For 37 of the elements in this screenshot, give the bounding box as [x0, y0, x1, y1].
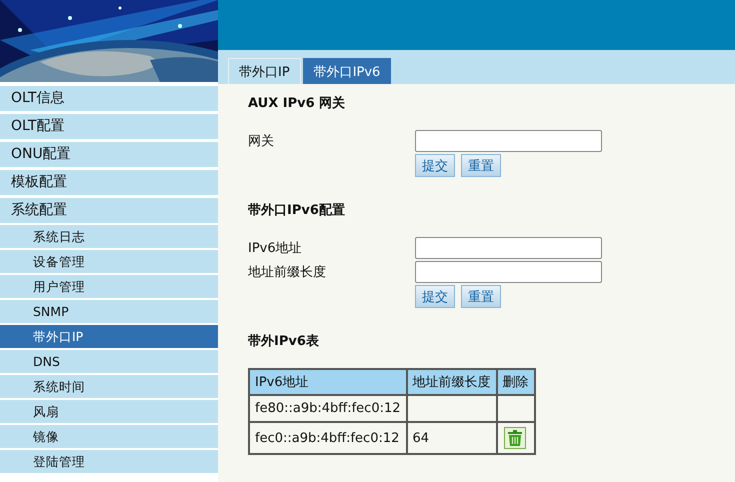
sidebar-subitem[interactable]: 镜像	[0, 425, 218, 448]
sidebar-subitem[interactable]: 用户管理	[0, 275, 218, 298]
sidebar-item[interactable]: ONU配置	[0, 142, 218, 167]
table-cell: fe80::a9b:4bff:fec0:12	[249, 395, 407, 422]
column-header: 地址前缀长度	[406, 369, 497, 395]
reset-button[interactable]: 重置	[461, 154, 501, 177]
column-header: IPv6地址	[249, 369, 407, 395]
sidebar-subitem[interactable]: 系统时间	[0, 375, 218, 398]
reset-button[interactable]: 重置	[461, 285, 501, 308]
field-label: 网关	[248, 133, 275, 150]
table-title: 带外IPv6表	[248, 333, 320, 350]
sidebar-item[interactable]: 模板配置	[0, 170, 218, 195]
sidebar-item[interactable]: 系统配置	[0, 198, 218, 223]
sidebar-subitem[interactable]: 系统日志	[0, 225, 218, 248]
sidebar-subitem[interactable]: 登陆管理	[0, 450, 218, 473]
section-title: 带外口IPv6配置	[248, 202, 346, 219]
section-title: AUX IPv6 网关	[248, 94, 346, 112]
sidebar-subitem[interactable]: 风扇	[0, 400, 218, 423]
input-field[interactable]	[415, 261, 602, 283]
sidebar-subitem[interactable]: SNMP	[0, 300, 218, 323]
submit-button[interactable]: 提交	[415, 285, 455, 308]
column-header: 删除	[496, 369, 535, 395]
input-field[interactable]	[415, 237, 602, 259]
table-cell: fec0::a9b:4bff:fec0:12	[249, 422, 407, 454]
sidebar-item[interactable]: OLT配置	[0, 114, 218, 139]
table-cell: 64	[406, 422, 497, 454]
sidebar-item[interactable]: OLT信息	[0, 86, 218, 111]
submit-button[interactable]: 提交	[415, 154, 455, 177]
sidebar-subitem[interactable]: DNS	[0, 350, 218, 373]
field-label: IPv6地址	[248, 240, 303, 257]
sidebar-subitem[interactable]: 设备管理	[0, 250, 218, 273]
input-field[interactable]	[415, 130, 602, 152]
trash-icon[interactable]	[504, 427, 526, 449]
sidebar-subitem[interactable]: 带外口IP	[0, 325, 218, 348]
tab[interactable]: 带外口IP	[228, 58, 301, 84]
field-label: 地址前缀长度	[248, 264, 327, 281]
tab[interactable]: 带外口IPv6	[302, 58, 392, 84]
